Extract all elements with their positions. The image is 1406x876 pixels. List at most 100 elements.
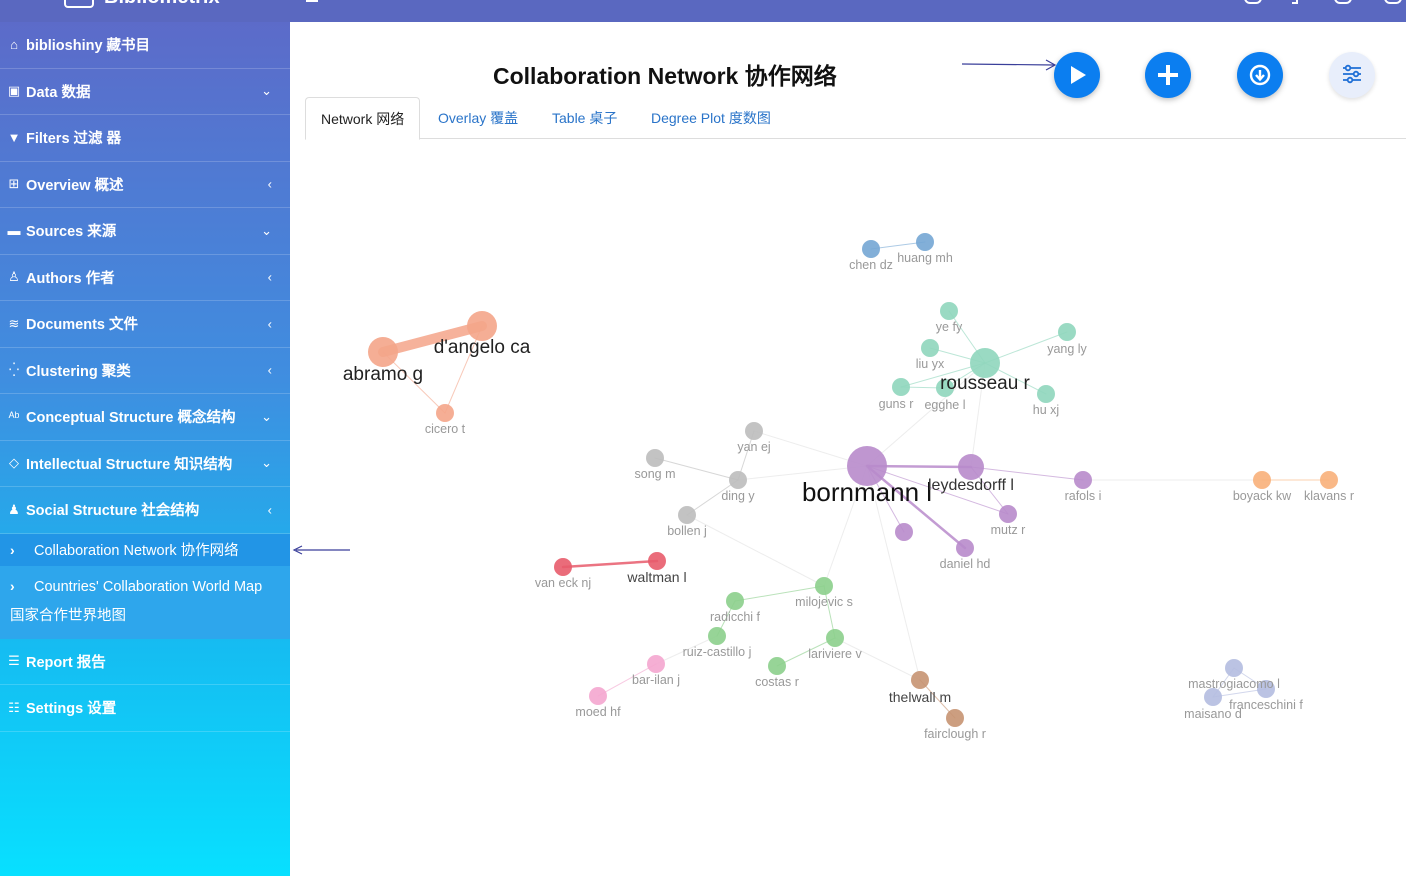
- network-node[interactable]: [921, 339, 939, 357]
- list-alt-icon: ☰: [8, 653, 20, 669]
- network-node-label: huang mh: [897, 251, 953, 265]
- network-node[interactable]: [729, 471, 747, 489]
- network-node[interactable]: [648, 552, 666, 570]
- network-node-label: fairclough r: [924, 727, 986, 741]
- network-node[interactable]: [1074, 471, 1092, 489]
- network-node[interactable]: [1320, 471, 1338, 489]
- app-name: Bibliometrix: [104, 0, 220, 8]
- sliders-icon: ☷: [8, 699, 20, 715]
- tab-bar: Network 网络 Overlay 覆盖 Table 桌子 Degree Pl…: [305, 97, 1406, 140]
- network-node-label: moed hf: [575, 705, 621, 719]
- network-node-label: rafols i: [1065, 489, 1102, 503]
- main-content: Collaboration Network 协作网络 Network 网络 Ov…: [290, 22, 1406, 876]
- sidebar-item-3[interactable]: ⊞ Overview 概述 ‹: [0, 162, 290, 208]
- network-node-label: d'angelo ca: [434, 337, 531, 358]
- options-button[interactable]: [1329, 52, 1375, 98]
- sidebar-item-7[interactable]: ⁛ Clustering 聚类 ‹: [0, 348, 290, 394]
- tab-network[interactable]: Network 网络: [305, 97, 421, 140]
- network-node-label: bornmann l: [802, 477, 932, 507]
- network-node[interactable]: [726, 592, 744, 610]
- network-node[interactable]: [999, 505, 1017, 523]
- network-node[interactable]: [745, 422, 763, 440]
- file-upload-icon: ▣: [7, 83, 21, 99]
- network-node[interactable]: [678, 506, 696, 524]
- sidebar-subitem-label-line2: 国家合作世界地图: [10, 607, 126, 624]
- network-node[interactable]: [892, 378, 910, 396]
- sidebar-item-label: Sources 来源: [26, 224, 117, 241]
- chevron-left-icon: ‹: [267, 502, 272, 518]
- network-node[interactable]: [1058, 323, 1076, 341]
- sliders-icon: [1343, 64, 1361, 84]
- network-node[interactable]: [554, 558, 572, 576]
- gem-icon: ◇: [9, 455, 19, 471]
- network-node[interactable]: [708, 627, 726, 645]
- network-node-label: ruiz-castillo j: [683, 645, 752, 659]
- network-node-label: lariviere v: [808, 647, 862, 661]
- spinner-icon: ⁛: [8, 362, 20, 378]
- network-node-label: abramo g: [343, 364, 423, 385]
- play-button[interactable]: [1054, 52, 1100, 98]
- sidebar-item-10[interactable]: ♟ Social Structure 社会结构 ‹: [0, 487, 290, 534]
- chevron-left-icon: ‹: [267, 176, 272, 192]
- plus-icon: [1158, 65, 1178, 85]
- network-node[interactable]: [911, 671, 929, 689]
- network-node-label: milojevic s: [795, 595, 853, 609]
- sidebar-item-label: Intellectual Structure 知识结构: [26, 456, 233, 473]
- chevron-left-icon: ‹: [267, 269, 272, 285]
- network-node[interactable]: [826, 629, 844, 647]
- sidebar-item-8[interactable]: ᴬᵇ Conceptual Structure 概念结构 ⌄: [0, 394, 290, 441]
- network-node[interactable]: [768, 657, 786, 675]
- tab-degree-plot[interactable]: Degree Plot 度数图: [636, 97, 786, 139]
- chat-icon[interactable]: [1334, 0, 1352, 4]
- network-node-label: bollen j: [667, 524, 707, 538]
- chevron-left-icon: ‹: [267, 362, 272, 378]
- network-node-label: rousseau r: [940, 373, 1030, 394]
- network-node[interactable]: [589, 687, 607, 705]
- network-node[interactable]: [940, 302, 958, 320]
- sidebar-item-6[interactable]: ≋ Documents 文件 ‹: [0, 301, 290, 348]
- chevron-down-icon: ⌄: [261, 455, 272, 471]
- sidebar-item-1[interactable]: ▣ Data 数据 ⌄: [0, 69, 290, 115]
- sidebar-item-5[interactable]: ♙ Authors 作者 ‹: [0, 255, 290, 301]
- user-circle-icon[interactable]: [1384, 0, 1402, 4]
- network-node[interactable]: [815, 577, 833, 595]
- sidebar-item-2[interactable]: ▼ Filters 过滤 器: [0, 115, 290, 162]
- app-logo[interactable]: Bibliometrix: [64, 0, 224, 14]
- network-node[interactable]: [916, 233, 934, 251]
- network-node[interactable]: [1253, 471, 1271, 489]
- network-node-label: radicchi f: [710, 610, 761, 624]
- add-button[interactable]: [1145, 52, 1191, 98]
- network-node[interactable]: [1225, 659, 1243, 677]
- sidebar-subitem-collaboration-network[interactable]: › Collaboration Network 协作网络: [0, 533, 290, 566]
- tab-overlay[interactable]: Overlay 覆盖: [423, 97, 533, 139]
- sidebar-item-0[interactable]: ⌂ biblioshiny 藏书目: [0, 22, 290, 69]
- home-icon: ⌂: [10, 37, 18, 53]
- sidebar-item-b1[interactable]: ☷ Settings 设置: [0, 685, 290, 732]
- network-node[interactable]: [862, 240, 880, 258]
- sidebar-item-9[interactable]: ◇ Intellectual Structure 知识结构 ⌄: [0, 441, 290, 487]
- network-node[interactable]: [646, 449, 664, 467]
- calendar-icon[interactable]: [1244, 0, 1262, 4]
- network-node-label: ding y: [721, 489, 755, 503]
- network-node[interactable]: [1037, 385, 1055, 403]
- sidebar-item-label: Filters 过滤 器: [26, 131, 122, 148]
- menu-toggle-icon[interactable]: [306, 0, 318, 2]
- sidebar-item-b0[interactable]: ☰ Report 报告: [0, 639, 290, 685]
- network-node[interactable]: [946, 709, 964, 727]
- network-node[interactable]: [368, 337, 398, 367]
- sidebar-item-4[interactable]: ▬ Sources 来源 ⌄: [0, 208, 290, 255]
- network-node-label: leydesdorff l: [928, 477, 1014, 494]
- table-icon: ⊞: [8, 176, 20, 192]
- network-node[interactable]: [436, 404, 454, 422]
- network-node[interactable]: [895, 523, 913, 541]
- network-node[interactable]: [647, 655, 665, 673]
- chevron-down-icon: ⌄: [261, 408, 272, 424]
- sidebar-item-label: Overview 概述: [26, 177, 124, 194]
- help-icon[interactable]: [1292, 0, 1298, 4]
- tab-table[interactable]: Table 桌子: [537, 97, 632, 139]
- layers-icon: ≋: [8, 315, 20, 331]
- user-icon: ♙: [8, 269, 20, 285]
- download-button[interactable]: [1237, 52, 1283, 98]
- sidebar-subitem-countries-collaboration-map[interactable]: › Countries' Collaboration World Map 国家合作…: [0, 566, 290, 639]
- network-node[interactable]: [956, 539, 974, 557]
